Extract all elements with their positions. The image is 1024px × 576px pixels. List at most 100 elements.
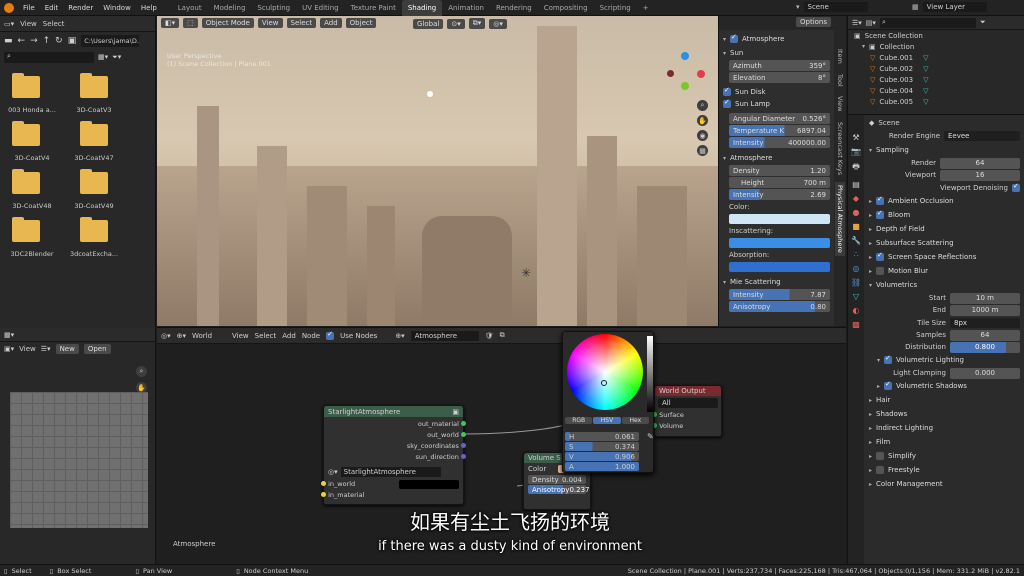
tab-texture-paint[interactable]: Texture Paint — [345, 0, 402, 16]
socket-dot[interactable] — [321, 481, 326, 486]
world-tab-icon[interactable]: ● — [853, 208, 860, 217]
absorption-swatch[interactable] — [729, 262, 830, 272]
tab-modeling[interactable]: Modeling — [208, 0, 252, 16]
atmosphere-checkbox[interactable] — [730, 33, 739, 43]
menu-help[interactable]: Help — [136, 4, 162, 12]
sun-lamp-checkbox[interactable] — [723, 98, 731, 108]
volumetric-lighting-section[interactable]: ▾ Volumetric Lighting — [869, 353, 1020, 367]
outliner-item[interactable]: ▽ Cube.005 ▽ — [848, 96, 1024, 107]
alpha-field[interactable]: A 1.000 — [565, 462, 639, 471]
folder-item[interactable]: 3dcoatExcha... — [66, 217, 122, 258]
film-section[interactable]: ▸ Film — [869, 435, 1020, 449]
section-checkbox[interactable] — [876, 452, 885, 460]
x-axis-icon[interactable] — [697, 70, 705, 78]
section-checkbox[interactable] — [884, 380, 893, 390]
sun-section[interactable]: ▾ Sun — [723, 46, 830, 60]
tab-layout[interactable]: Layout — [172, 0, 208, 16]
back-arrow-icon[interactable]: ← — [18, 36, 26, 46]
mie-intensity-field[interactable]: Intensity 7.87 — [729, 289, 830, 300]
mie-section[interactable]: ▾ Mie Scattering — [723, 275, 830, 289]
color-wheel[interactable] — [567, 334, 643, 410]
socket-in-world[interactable]: in_world — [321, 479, 459, 490]
refresh-icon[interactable]: ↻ — [55, 36, 63, 46]
sun-disk-toggle[interactable]: Sun Disk — [723, 86, 830, 98]
light-clamping-field[interactable]: 0.000 — [950, 367, 1020, 379]
angular-diameter-field[interactable]: Angular Diameter 0.526° — [729, 113, 830, 124]
sampling-section[interactable]: ▾ Sampling — [869, 143, 1020, 157]
menu-file[interactable]: File — [18, 4, 40, 12]
mode-rgb-tab[interactable]: RGB — [565, 417, 593, 424]
new-folder-icon[interactable]: ▣ — [68, 36, 77, 46]
socket-dot[interactable] — [461, 421, 466, 426]
object-mode-dropdown[interactable]: Object Mode — [201, 18, 254, 28]
menu-window[interactable]: Window — [98, 4, 136, 12]
mode-hex-tab[interactable]: Hex — [621, 417, 649, 424]
proportional-edit-icon[interactable]: ◎▾ — [489, 18, 507, 29]
world-output-node[interactable]: World Output All Surface Volume — [652, 385, 722, 437]
tool-tab-icon[interactable]: ⚒ — [852, 133, 859, 142]
modifier-tab-icon[interactable]: 🔧 — [851, 236, 861, 245]
tab-view[interactable]: View — [835, 93, 845, 114]
scene-name[interactable]: Scene — [803, 2, 868, 12]
outliner-item[interactable]: ▽ Cube.001 ▽ — [848, 52, 1024, 63]
starlight-node[interactable]: StarlightAtmosphere ▣ out_material out_wo… — [321, 405, 466, 505]
forward-arrow-icon[interactable]: → — [30, 36, 38, 46]
saturation-field[interactable]: S 0.374 — [565, 442, 639, 451]
render-tab-icon[interactable]: 📷 — [851, 147, 861, 156]
3d-viewport[interactable]: ◧▾ ⬚ Object Mode View Select Add Object … — [157, 16, 718, 326]
outliner-item[interactable]: ▽ Cube.004 ▽ — [848, 85, 1024, 96]
volumetrics-section[interactable]: ▾ Volumetrics — [869, 278, 1020, 292]
empty-image-canvas[interactable] — [10, 392, 148, 528]
view-layer-name[interactable]: View Layer — [922, 2, 987, 12]
mode-hsv-tab[interactable]: HSV — [593, 417, 621, 424]
collection-row[interactable]: ▾ ▣ Collection — [848, 41, 1024, 52]
navigation-gizmo[interactable] — [667, 52, 707, 92]
editor-type-icon[interactable]: ▦▾ — [4, 331, 14, 339]
temperature-field[interactable]: Temperature K 6897.04 — [729, 125, 830, 136]
folder-item[interactable]: 3DC2Blender — [4, 217, 60, 258]
depth-of-field-section[interactable]: ▸ Depth of Field — [869, 222, 1020, 236]
tab-compositing[interactable]: Compositing — [538, 0, 594, 16]
scene-collection-row[interactable]: ▣ Scene Collection — [848, 30, 1024, 41]
menu-edit[interactable]: Edit — [40, 4, 64, 12]
output-tab-icon[interactable]: 🖶 — [852, 161, 860, 175]
folder-nav-icon[interactable]: ▬ — [4, 36, 13, 46]
output-target-dropdown[interactable]: All — [658, 398, 718, 408]
folder-item[interactable]: 003 Honda a... — [4, 73, 60, 114]
render-engine-dropdown[interactable]: Eevee — [944, 131, 1020, 141]
new-image-button[interactable]: New — [55, 344, 79, 354]
atmo-section[interactable]: ▾ Atmosphere — [723, 151, 830, 165]
constraints-tab-icon[interactable]: ⛓ — [851, 278, 861, 287]
inscattering-swatch[interactable] — [729, 238, 830, 248]
socket-dot[interactable] — [461, 443, 466, 448]
starlight-node-header[interactable]: StarlightAtmosphere ▣ — [324, 406, 463, 417]
parent-dir-icon[interactable]: ↑ — [43, 36, 51, 46]
viewport-denoising-checkbox[interactable] — [1012, 182, 1020, 192]
ssr-section[interactable]: ▸ Screen Space Reflections — [869, 250, 1020, 264]
neg-x-axis-icon[interactable] — [667, 70, 674, 77]
camera-icon[interactable]: ◉ — [697, 130, 708, 141]
vp-add-menu[interactable]: Add — [320, 18, 342, 28]
select-tool-icon[interactable]: ⬚ — [183, 18, 198, 28]
editor-type-icon[interactable]: ☰▾ — [852, 19, 862, 27]
anisotropy-field[interactable]: Anisotropy 0.80 — [729, 301, 830, 312]
section-checkbox[interactable] — [876, 466, 885, 474]
hue-field[interactable]: H 0.061 — [565, 432, 639, 441]
freestyle-section[interactable]: ▸ Freestyle — [869, 463, 1020, 477]
folder-item[interactable]: 3D-CoatV47 — [66, 121, 122, 162]
options-button[interactable]: Options — [796, 17, 832, 27]
indirect-lighting-section[interactable]: ▸ Indirect Lighting — [869, 421, 1020, 435]
socket-in-material[interactable]: in_material — [321, 490, 459, 501]
blender-logo-icon[interactable] — [4, 2, 14, 13]
section-checkbox[interactable] — [876, 209, 885, 219]
tab-sculpting[interactable]: Sculpting — [251, 0, 296, 16]
tab-physical-atmosphere[interactable]: Physical Atmosphere — [835, 181, 845, 256]
vol-start-field[interactable]: 10 m — [950, 292, 1020, 304]
tab-tool[interactable]: Tool — [835, 71, 845, 90]
filter-icon[interactable]: ⏷ — [980, 18, 986, 27]
z-axis-icon[interactable] — [681, 52, 689, 60]
zoom-icon[interactable]: ⌕ — [136, 366, 147, 377]
fb-view-menu[interactable]: View — [20, 20, 37, 28]
atmosphere-header[interactable]: ▾ Atmosphere — [723, 32, 830, 46]
viewport-samples-field[interactable]: 16 — [940, 169, 1020, 181]
